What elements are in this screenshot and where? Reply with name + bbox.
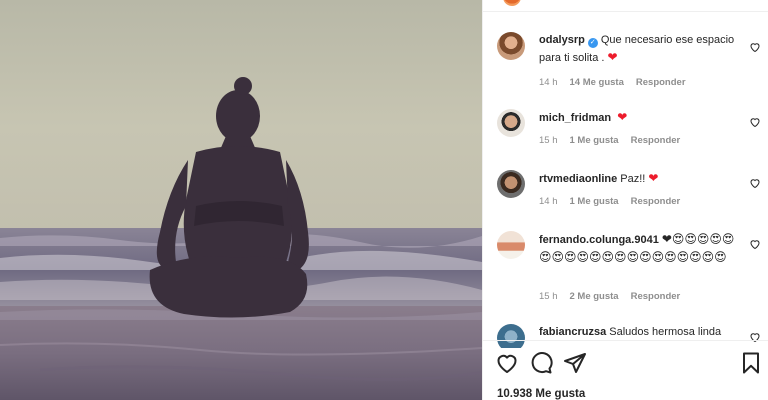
comment-meta: 14 h 14 Me gusta Responder: [539, 77, 698, 88]
likes-label: Me gusta: [535, 388, 586, 400]
comment-likes[interactable]: 1 Me gusta: [570, 196, 619, 207]
commenter-avatar[interactable]: [497, 32, 525, 60]
comment-likes[interactable]: 2 Me gusta: [570, 291, 619, 302]
heart-outline-icon[interactable]: [495, 351, 519, 375]
comment-time[interactable]: 14 h: [539, 77, 558, 88]
comment-meta: 15 h 1 Me gusta Responder: [539, 135, 692, 146]
comment-username[interactable]: fernando.colunga.9041: [539, 234, 659, 246]
likes-number: 10.938: [497, 388, 533, 400]
meditating-woman-on-beach-image: [0, 0, 482, 400]
comment-time[interactable]: 15 h: [539, 135, 558, 146]
post-header: [483, 0, 768, 12]
comment-meta: 14 h 1 Me gusta Responder: [539, 196, 692, 207]
commenter-avatar[interactable]: [497, 170, 525, 198]
bookmark-icon[interactable]: [739, 351, 763, 375]
post-action-bar: 10.938 Me gusta: [483, 340, 768, 400]
comment-like-heart-icon[interactable]: [749, 116, 761, 128]
comment-like-heart-icon[interactable]: [749, 41, 761, 53]
comment-username[interactable]: rtvmediaonline: [539, 173, 617, 185]
comment-username[interactable]: fabiancruzsa: [539, 326, 606, 338]
comment-likes[interactable]: 14 Me gusta: [570, 77, 624, 88]
comment-username[interactable]: mich_fridman: [539, 112, 611, 124]
paper-plane-icon[interactable]: [563, 351, 587, 375]
comment-username[interactable]: odalysrp: [539, 34, 585, 46]
comment-text: Paz!!: [620, 173, 646, 185]
comment-likes[interactable]: 1 Me gusta: [570, 135, 619, 146]
comment-meta: 15 h 2 Me gusta Responder: [539, 291, 692, 302]
comments-panel: odalysrp ✓ Que necesario ese espacio para …: [482, 0, 768, 400]
comment-time[interactable]: 15 h: [539, 291, 558, 302]
reply-button[interactable]: Responder: [631, 135, 681, 146]
commenter-avatar[interactable]: [497, 109, 525, 137]
post-photo[interactable]: [0, 0, 482, 400]
commenter-avatar[interactable]: [497, 231, 525, 259]
verified-badge-icon: ✓: [587, 38, 598, 48]
comment-text: Saludos hermosa linda: [609, 326, 722, 338]
post-likes-count[interactable]: 10.938 Me gusta: [497, 388, 585, 400]
comment-list[interactable]: odalysrp ✓ Que necesario ese espacio para …: [483, 12, 768, 348]
heart-emoji: ❤: [617, 110, 628, 124]
author-avatar[interactable]: [501, 0, 523, 8]
comment-time[interactable]: 14 h: [539, 196, 558, 207]
heart-emoji: ❤: [607, 50, 618, 64]
reply-button[interactable]: Responder: [631, 291, 681, 302]
comment-like-heart-icon[interactable]: [749, 238, 761, 250]
comment-like-heart-icon[interactable]: [749, 177, 761, 189]
speech-bubble-icon[interactable]: [529, 351, 553, 375]
heart-emoji: ❤: [648, 171, 659, 185]
reply-button[interactable]: Responder: [631, 196, 681, 207]
reply-button[interactable]: Responder: [636, 77, 686, 88]
